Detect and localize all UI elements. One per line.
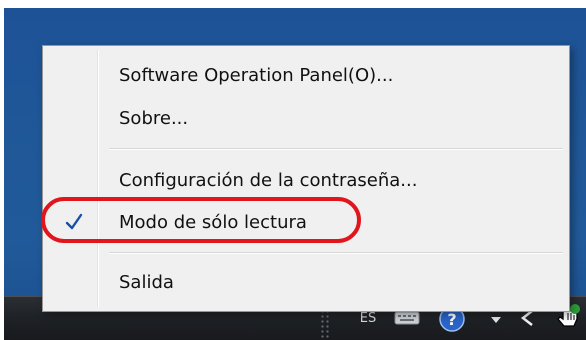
language-label: ES: [359, 310, 377, 326]
menu-item-software-operation-panel[interactable]: Software Operation Panel(O)...: [47, 58, 565, 92]
menu-item-sobre[interactable]: Sobre...: [47, 101, 565, 135]
tray-overflow-icon[interactable]: [488, 312, 504, 328]
menu-item-label: Salida: [119, 271, 174, 293]
menu-item-label: Modo de sólo lectura: [119, 211, 307, 233]
desktop: ES ? Software Operation Panel(O)... Sobr…: [0, 0, 586, 340]
menu-item-configuracion-contrasena[interactable]: Configuración de la contraseña...: [47, 163, 565, 197]
menu-item-modo-solo-lectura[interactable]: Modo de sólo lectura: [47, 205, 565, 239]
menu-item-label: Configuración de la contraseña...: [119, 169, 418, 191]
menu-separator: [109, 252, 563, 254]
svg-text:?: ?: [447, 310, 456, 329]
menu-item-salida[interactable]: Salida: [47, 265, 565, 299]
context-menu: Software Operation Panel(O)... Sobre... …: [42, 45, 570, 312]
check-icon: [65, 213, 83, 230]
menu-separator: [109, 148, 563, 150]
menu-item-label: Sobre...: [119, 107, 189, 129]
menu-item-label: Software Operation Panel(O)...: [119, 64, 394, 86]
